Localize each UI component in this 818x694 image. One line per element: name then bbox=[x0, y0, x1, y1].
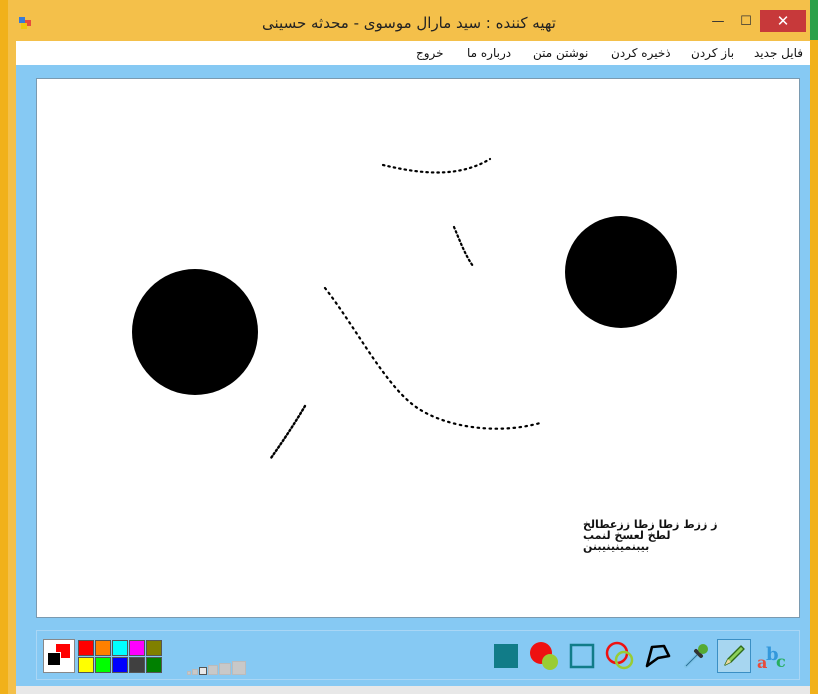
current-colors[interactable] bbox=[43, 639, 75, 673]
color-palette bbox=[78, 640, 164, 674]
window-title: تهیه کننده : سید مارال موسوی - محدثه حسی… bbox=[262, 14, 556, 32]
drawn-circle-right bbox=[565, 216, 677, 328]
filled-circle-icon bbox=[530, 642, 558, 670]
brush-size-4[interactable] bbox=[208, 665, 218, 675]
desktop-app-sliver bbox=[810, 0, 818, 40]
filled-ellipse-tool[interactable] bbox=[527, 639, 561, 673]
swatch-yellow[interactable] bbox=[78, 657, 94, 673]
swatch-dark-gray[interactable] bbox=[129, 657, 145, 673]
title-bar[interactable]: تهیه کننده : سید مارال موسوی - محدثه حسی… bbox=[8, 0, 810, 40]
ellipse-tool[interactable] bbox=[603, 639, 637, 673]
minimize-button[interactable]: — bbox=[704, 10, 732, 32]
swatch-cyan[interactable] bbox=[112, 640, 128, 656]
pencil-icon bbox=[724, 645, 745, 666]
filled-rectangle-tool[interactable] bbox=[489, 639, 523, 673]
swatch-blue[interactable] bbox=[112, 657, 128, 673]
swatch-olive[interactable] bbox=[146, 640, 162, 656]
menu-write-text[interactable]: نوشتن متن bbox=[533, 46, 588, 60]
circle-outline-icon bbox=[605, 641, 634, 670]
swatch-orange[interactable] bbox=[95, 640, 111, 656]
desktop-edge-left bbox=[0, 0, 8, 694]
canvas-text-line-1: ز ززط زطا زطا ززعطالخ لطخ لعسخ لنمب bbox=[583, 518, 718, 542]
maximize-button[interactable]: ☐ bbox=[732, 10, 760, 32]
pencil-tool[interactable] bbox=[717, 639, 751, 673]
menu-bar: فایل جدید باز کردن ذخیره کردن نوشتن متن … bbox=[16, 41, 810, 65]
drawn-stroke-top-arc bbox=[381, 157, 492, 174]
brush-size-5[interactable] bbox=[219, 663, 231, 675]
swatch-magenta[interactable] bbox=[129, 640, 145, 656]
paint-window: تهیه کننده : سید مارال موسوی - محدثه حسی… bbox=[8, 0, 810, 694]
svg-text:c: c bbox=[776, 652, 786, 671]
rectangle-outline-icon bbox=[569, 643, 595, 669]
menu-new-file[interactable]: فایل جدید bbox=[754, 46, 803, 60]
swatch-red[interactable] bbox=[78, 640, 94, 656]
eyedropper-icon bbox=[684, 644, 708, 668]
filled-rectangle-icon bbox=[494, 644, 518, 668]
drawn-stroke-nose bbox=[452, 225, 475, 268]
polygon-icon bbox=[645, 644, 671, 668]
menu-exit[interactable]: خروج bbox=[416, 46, 444, 60]
close-button[interactable]: ✕ bbox=[760, 10, 806, 32]
polygon-tool[interactable] bbox=[641, 639, 675, 673]
drawing-canvas[interactable]: ز ززط زطا زطا ززعطالخ لطخ لعسخ لنمب بیبن… bbox=[36, 78, 800, 618]
status-strip bbox=[16, 686, 810, 694]
swatch-green[interactable] bbox=[95, 657, 111, 673]
text-tool[interactable]: a b c bbox=[755, 639, 789, 673]
foreground-color-chip[interactable] bbox=[47, 652, 61, 666]
client-area: ز ززط زطا زطا ززعطالخ لطخ لعسخ لنمب بیبن… bbox=[16, 65, 810, 694]
menu-about[interactable]: درباره ما bbox=[467, 46, 511, 60]
canvas-text-line-2: بیبنمینینیبنن bbox=[583, 540, 650, 553]
brush-size-6[interactable] bbox=[232, 661, 246, 675]
rectangle-tool[interactable] bbox=[565, 639, 599, 673]
desktop-edge-right bbox=[810, 0, 818, 694]
brush-size-picker bbox=[187, 659, 246, 675]
brush-size-1[interactable] bbox=[187, 671, 191, 675]
drawn-stroke-mouth bbox=[323, 286, 542, 430]
brush-size-3[interactable] bbox=[199, 667, 207, 675]
swatch-dark-green[interactable] bbox=[146, 657, 162, 673]
canvas-text-block: ز ززط زطا زطا ززعطالخ لطخ لعسخ لنمب بیبن… bbox=[583, 519, 743, 552]
eyedropper-tool[interactable] bbox=[679, 639, 713, 673]
menu-save[interactable]: ذخیره کردن bbox=[611, 46, 671, 60]
tool-bar: a b c bbox=[36, 630, 800, 680]
brush-size-2[interactable] bbox=[192, 669, 198, 675]
drawn-circle-left bbox=[132, 269, 258, 395]
abc-text-icon: a b c bbox=[757, 644, 786, 672]
drawn-stroke-small bbox=[269, 404, 307, 460]
menu-open[interactable]: باز کردن bbox=[691, 46, 734, 60]
